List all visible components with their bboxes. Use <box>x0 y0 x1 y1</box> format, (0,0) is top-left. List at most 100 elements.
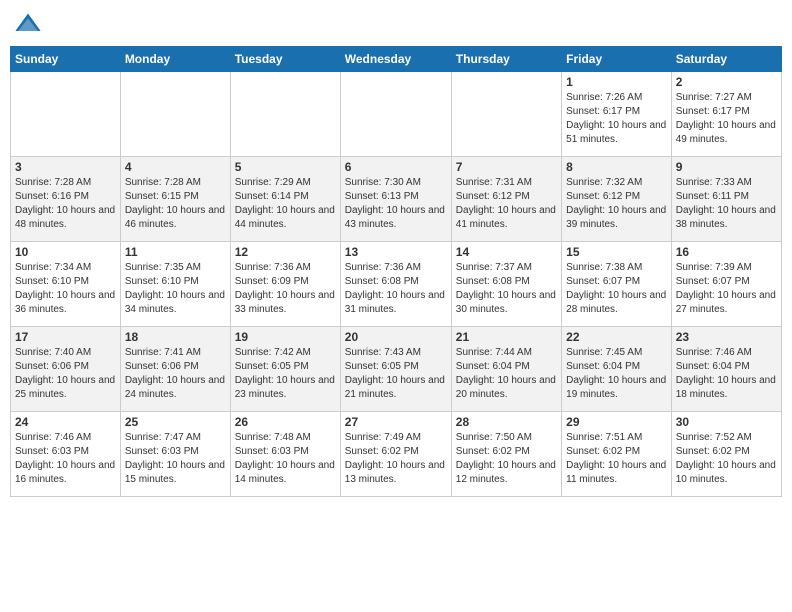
calendar-week-row: 10 Sunrise: 7:34 AMSunset: 6:10 PMDayligh… <box>11 242 782 327</box>
weekday-header-monday: Monday <box>120 47 230 72</box>
day-info: Sunrise: 7:48 AMSunset: 6:03 PMDaylight:… <box>235 431 336 487</box>
day-number: 26 <box>235 415 336 429</box>
day-number: 3 <box>15 160 116 174</box>
calendar-cell: 27 Sunrise: 7:49 AMSunset: 6:02 PMDayligh… <box>340 412 451 497</box>
day-info: Sunrise: 7:36 AMSunset: 6:08 PMDaylight:… <box>345 261 447 317</box>
calendar-week-row: 1 Sunrise: 7:26 AMSunset: 6:17 PMDaylight… <box>11 72 782 157</box>
day-number: 7 <box>456 160 557 174</box>
day-info: Sunrise: 7:28 AMSunset: 6:16 PMDaylight:… <box>15 176 116 232</box>
day-info: Sunrise: 7:45 AMSunset: 6:04 PMDaylight:… <box>566 346 667 402</box>
day-number: 22 <box>566 330 667 344</box>
calendar-cell: 22 Sunrise: 7:45 AMSunset: 6:04 PMDayligh… <box>562 327 672 412</box>
day-number: 27 <box>345 415 447 429</box>
day-number: 5 <box>235 160 336 174</box>
day-info: Sunrise: 7:27 AMSunset: 6:17 PMDaylight:… <box>676 91 777 147</box>
day-number: 19 <box>235 330 336 344</box>
day-number: 30 <box>676 415 777 429</box>
weekday-header-saturday: Saturday <box>671 47 781 72</box>
calendar-cell: 14 Sunrise: 7:37 AMSunset: 6:08 PMDayligh… <box>451 242 561 327</box>
day-info: Sunrise: 7:38 AMSunset: 6:07 PMDaylight:… <box>566 261 667 317</box>
day-number: 1 <box>566 75 667 89</box>
day-info: Sunrise: 7:46 AMSunset: 6:04 PMDaylight:… <box>676 346 777 402</box>
day-info: Sunrise: 7:44 AMSunset: 6:04 PMDaylight:… <box>456 346 557 402</box>
day-number: 11 <box>125 245 226 259</box>
day-info: Sunrise: 7:28 AMSunset: 6:15 PMDaylight:… <box>125 176 226 232</box>
calendar-cell: 3 Sunrise: 7:28 AMSunset: 6:16 PMDaylight… <box>11 157 121 242</box>
day-info: Sunrise: 7:40 AMSunset: 6:06 PMDaylight:… <box>15 346 116 402</box>
calendar-cell: 20Sunrise: 7:43 AMSunset: 6:05 PMDayligh… <box>340 327 451 412</box>
day-info: Sunrise: 7:30 AMSunset: 6:13 PMDaylight:… <box>345 176 447 232</box>
day-number: 8 <box>566 160 667 174</box>
day-info: Sunrise: 7:35 AMSunset: 6:10 PMDaylight:… <box>125 261 226 317</box>
day-number: 25 <box>125 415 226 429</box>
day-info: Sunrise: 7:42 AMSunset: 6:05 PMDaylight:… <box>235 346 336 402</box>
day-number: 2 <box>676 75 777 89</box>
day-info: Sunrise: 7:29 AMSunset: 6:14 PMDaylight:… <box>235 176 336 232</box>
calendar-cell: 5 Sunrise: 7:29 AMSunset: 6:14 PMDaylight… <box>230 157 340 242</box>
logo-icon <box>14 10 42 38</box>
day-number: 10 <box>15 245 116 259</box>
day-info: Sunrise: 7:36 AMSunset: 6:09 PMDaylight:… <box>235 261 336 317</box>
page-header <box>10 10 782 38</box>
day-number: 9 <box>676 160 777 174</box>
calendar-cell: 16 Sunrise: 7:39 AMSunset: 6:07 PMDayligh… <box>671 242 781 327</box>
calendar-cell: 21 Sunrise: 7:44 AMSunset: 6:04 PMDayligh… <box>451 327 561 412</box>
weekday-header-wednesday: Wednesday <box>340 47 451 72</box>
calendar-cell: 4Sunrise: 7:28 AMSunset: 6:15 PMDaylight… <box>120 157 230 242</box>
day-number: 20 <box>345 330 447 344</box>
calendar-table: SundayMondayTuesdayWednesdayThursdayFrid… <box>10 46 782 497</box>
calendar-cell: 9Sunrise: 7:33 AMSunset: 6:11 PMDaylight… <box>671 157 781 242</box>
calendar-cell: 15Sunrise: 7:38 AMSunset: 6:07 PMDayligh… <box>562 242 672 327</box>
day-info: Sunrise: 7:32 AMSunset: 6:12 PMDaylight:… <box>566 176 667 232</box>
calendar-cell: 8 Sunrise: 7:32 AMSunset: 6:12 PMDaylight… <box>562 157 672 242</box>
calendar-cell: 30 Sunrise: 7:52 AMSunset: 6:02 PMDayligh… <box>671 412 781 497</box>
calendar-cell: 11 Sunrise: 7:35 AMSunset: 6:10 PMDayligh… <box>120 242 230 327</box>
day-info: Sunrise: 7:50 AMSunset: 6:02 PMDaylight:… <box>456 431 557 487</box>
calendar-cell <box>451 72 561 157</box>
calendar-cell: 29 Sunrise: 7:51 AMSunset: 6:02 PMDayligh… <box>562 412 672 497</box>
calendar-cell: 7Sunrise: 7:31 AMSunset: 6:12 PMDaylight… <box>451 157 561 242</box>
day-number: 28 <box>456 415 557 429</box>
weekday-header-tuesday: Tuesday <box>230 47 340 72</box>
day-info: Sunrise: 7:49 AMSunset: 6:02 PMDaylight:… <box>345 431 447 487</box>
calendar-cell: 2 Sunrise: 7:27 AMSunset: 6:17 PMDaylight… <box>671 72 781 157</box>
logo <box>14 10 46 38</box>
day-number: 12 <box>235 245 336 259</box>
day-info: Sunrise: 7:37 AMSunset: 6:08 PMDaylight:… <box>456 261 557 317</box>
calendar-cell <box>340 72 451 157</box>
day-number: 18 <box>125 330 226 344</box>
day-info: Sunrise: 7:46 AMSunset: 6:03 PMDaylight:… <box>15 431 116 487</box>
calendar-cell: 17 Sunrise: 7:40 AMSunset: 6:06 PMDayligh… <box>11 327 121 412</box>
day-info: Sunrise: 7:34 AMSunset: 6:10 PMDaylight:… <box>15 261 116 317</box>
calendar-cell: 1 Sunrise: 7:26 AMSunset: 6:17 PMDaylight… <box>562 72 672 157</box>
day-info: Sunrise: 7:47 AMSunset: 6:03 PMDaylight:… <box>125 431 226 487</box>
day-number: 13 <box>345 245 447 259</box>
day-number: 6 <box>345 160 447 174</box>
day-number: 21 <box>456 330 557 344</box>
day-number: 17 <box>15 330 116 344</box>
day-number: 14 <box>456 245 557 259</box>
day-number: 16 <box>676 245 777 259</box>
calendar-cell: 26 Sunrise: 7:48 AMSunset: 6:03 PMDayligh… <box>230 412 340 497</box>
calendar-cell: 28 Sunrise: 7:50 AMSunset: 6:02 PMDayligh… <box>451 412 561 497</box>
day-number: 29 <box>566 415 667 429</box>
weekday-header-friday: Friday <box>562 47 672 72</box>
day-info: Sunrise: 7:26 AMSunset: 6:17 PMDaylight:… <box>566 91 667 147</box>
day-info: Sunrise: 7:52 AMSunset: 6:02 PMDaylight:… <box>676 431 777 487</box>
day-number: 23 <box>676 330 777 344</box>
calendar-cell: 10 Sunrise: 7:34 AMSunset: 6:10 PMDayligh… <box>11 242 121 327</box>
calendar-cell <box>11 72 121 157</box>
calendar-cell: 25 Sunrise: 7:47 AMSunset: 6:03 PMDayligh… <box>120 412 230 497</box>
weekday-header-thursday: Thursday <box>451 47 561 72</box>
calendar-cell: 6 Sunrise: 7:30 AMSunset: 6:13 PMDaylight… <box>340 157 451 242</box>
calendar-week-row: 17 Sunrise: 7:40 AMSunset: 6:06 PMDayligh… <box>11 327 782 412</box>
calendar-cell: 24Sunrise: 7:46 AMSunset: 6:03 PMDayligh… <box>11 412 121 497</box>
weekday-header-sunday: Sunday <box>11 47 121 72</box>
calendar-week-row: 3 Sunrise: 7:28 AMSunset: 6:16 PMDaylight… <box>11 157 782 242</box>
day-info: Sunrise: 7:39 AMSunset: 6:07 PMDaylight:… <box>676 261 777 317</box>
calendar-cell <box>120 72 230 157</box>
day-info: Sunrise: 7:51 AMSunset: 6:02 PMDaylight:… <box>566 431 667 487</box>
calendar-cell <box>230 72 340 157</box>
weekday-header-row: SundayMondayTuesdayWednesdayThursdayFrid… <box>11 47 782 72</box>
day-info: Sunrise: 7:41 AMSunset: 6:06 PMDaylight:… <box>125 346 226 402</box>
